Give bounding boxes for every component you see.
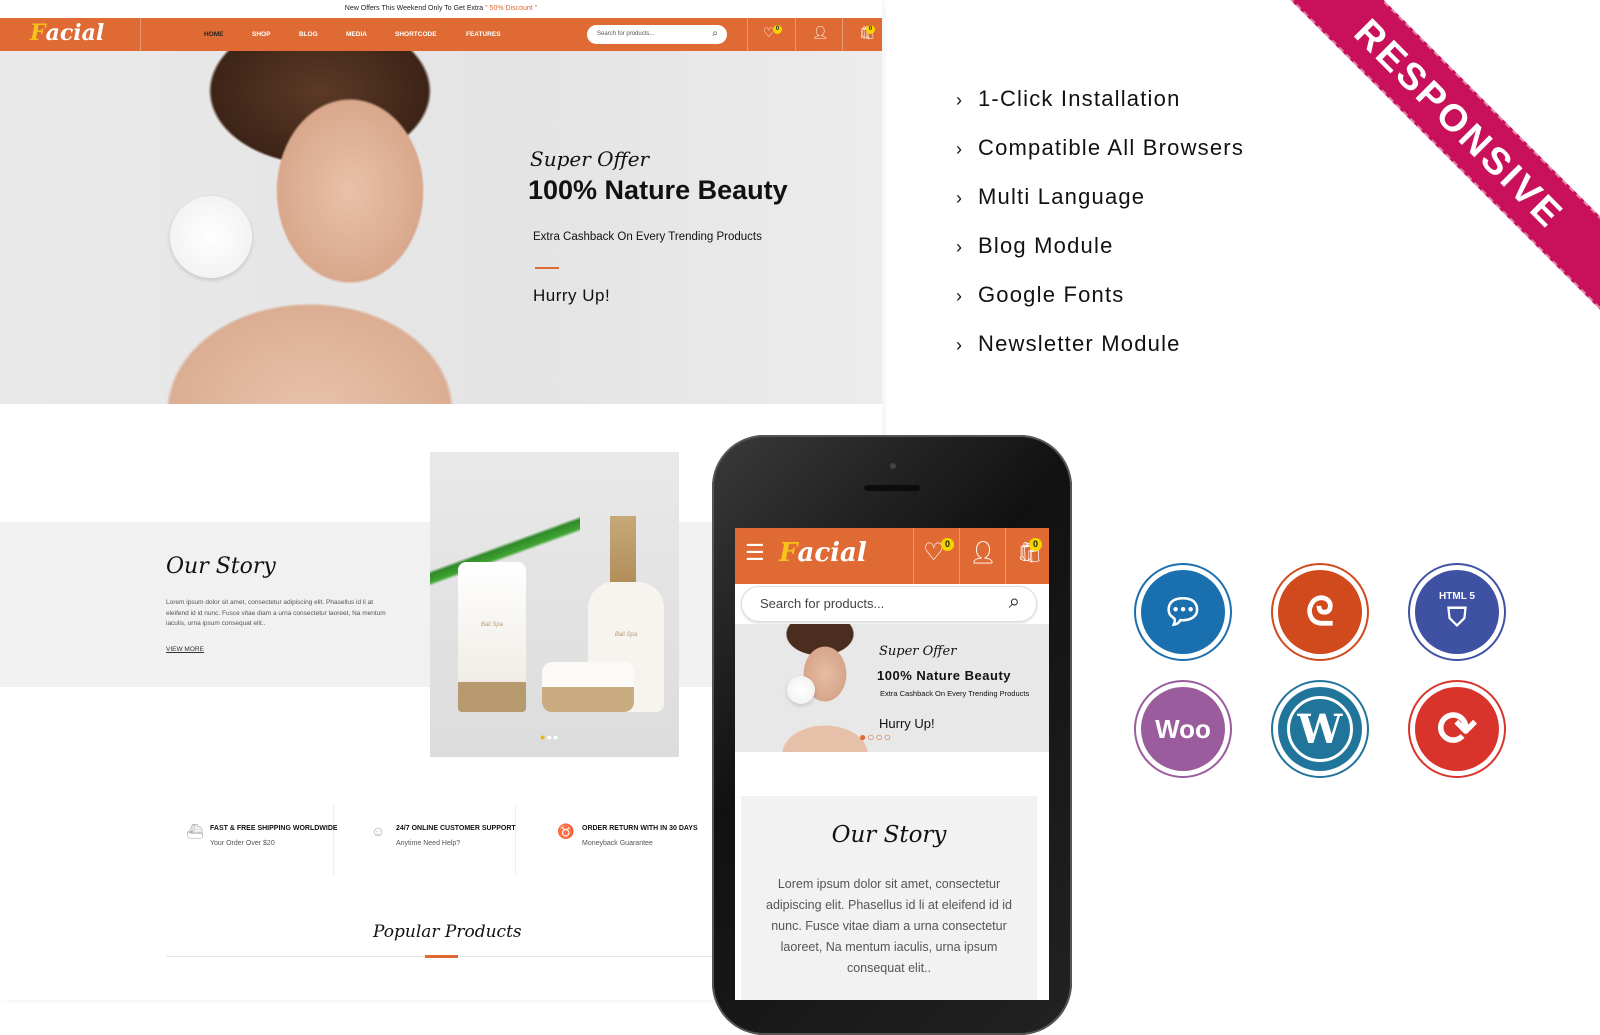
highlight-item: › Multi Language	[956, 184, 1146, 209]
mobile-logo[interactable]: Facial	[779, 538, 867, 568]
hamburger-menu-icon[interactable]: ☰	[745, 540, 765, 566]
divider	[535, 267, 559, 269]
user-icon[interactable]: 👤︎	[812, 25, 829, 41]
discount-text: " 50% Discount "	[485, 5, 538, 12]
user-icon[interactable]: 👤︎	[969, 540, 997, 566]
search-icon[interactable]: ⌕	[712, 28, 718, 39]
cart-badge: 0	[866, 25, 875, 34]
slider-dots[interactable]: ●○○○	[859, 730, 892, 744]
highlight-item: › Newsletter Module	[956, 331, 1181, 356]
tube-product: Bali Spa	[458, 562, 526, 712]
story-title: Our Story	[166, 554, 276, 579]
pump-cap	[610, 516, 636, 582]
wishlist-badge: 0	[773, 25, 782, 34]
customizer-icon: ᘓ	[1271, 563, 1369, 661]
highlight-item: › Google Fonts	[956, 282, 1125, 307]
highlight-item: › Compatible All Browsers	[956, 135, 1245, 160]
mobile-header: ☰ Facial ♡ 0 👤︎ 🛍︎ 0	[735, 528, 1049, 584]
chevron-right-icon: ›	[956, 139, 964, 159]
product-image: Bali Spa Bali Spa ●●●	[430, 452, 679, 757]
chat-bubbles-icon: 💬︎	[1134, 563, 1232, 661]
chevron-right-icon: ›	[956, 335, 964, 355]
wordpress-icon: W	[1271, 680, 1369, 778]
speaker-grille	[864, 485, 920, 491]
feature-returns: ORDER RETURN WITH IN 30 DAYS Moneyback Gu…	[582, 825, 698, 847]
hero-kicker: Super Offer	[530, 147, 650, 171]
nav-blog[interactable]: BLOG	[299, 31, 318, 38]
chevron-right-icon: ›	[956, 286, 964, 306]
nav-features[interactable]: FEATURES	[466, 31, 501, 38]
hero-subtitle: Extra Cashback On Every Trending Product…	[533, 231, 762, 243]
piggy-bank-icon: ♉	[557, 823, 575, 839]
highlight-item: › Blog Module	[956, 233, 1114, 258]
ship-icon: ⛴	[186, 823, 204, 839]
html5-icon: HTML 5 ⛉	[1408, 563, 1506, 661]
highlight-item: › 1-Click Installation	[956, 86, 1181, 111]
responsive-ribbon: RESPONSIVE	[1238, 0, 1600, 345]
title-underline	[425, 955, 458, 958]
feature-shipping: FAST & FREE SHIPPING WORLDWIDE Your Order…	[210, 825, 338, 847]
nav-home[interactable]: HOME	[204, 31, 224, 38]
chevron-right-icon: ›	[956, 188, 964, 208]
view-more-link[interactable]: VIEW MORE	[166, 646, 204, 653]
update-icon: ⟳	[1408, 680, 1506, 778]
nav-media[interactable]: MEDIA	[346, 31, 367, 38]
mobile-hero: Super Offer 100% Nature Beauty Extra Cas…	[735, 624, 1049, 752]
chevron-right-icon: ›	[956, 90, 964, 110]
mobile-story: Our Story Lorem ipsum dolor sit amet, co…	[741, 796, 1037, 1000]
hero-title: 100% Nature Beauty	[528, 175, 788, 205]
hero-cta[interactable]: Hurry Up!	[533, 286, 610, 306]
announcement-bar: New Offers This Weekend Only To Get Extr…	[0, 0, 882, 18]
feature-support: 24/7 ONLINE CUSTOMER SUPPORT Anytime Need…	[396, 825, 516, 847]
main-navigation: Facial HOME SHOP BLOG MEDIA SHORTCODE FE…	[0, 18, 882, 51]
slider-dots[interactable]: ●●●	[540, 732, 559, 742]
story-body: Lorem ipsum dolor sit amet, consectetur …	[166, 599, 386, 627]
support-icon: ☺	[371, 823, 386, 839]
nav-shortcode[interactable]: SHORTCODE	[395, 31, 437, 38]
popular-products-title: Popular Products	[373, 922, 522, 942]
chevron-right-icon: ›	[956, 237, 964, 257]
nav-shop[interactable]: SHOP	[252, 31, 270, 38]
search-icon[interactable]: ⌕	[1009, 591, 1020, 614]
mobile-screen: ☰ Facial ♡ 0 👤︎ 🛍︎ 0 Search for products…	[735, 528, 1049, 1000]
cotton-pad-image	[170, 196, 252, 278]
jar-product	[542, 662, 634, 712]
search-input[interactable]: Search for products... ⌕	[587, 25, 727, 44]
mobile-search-input[interactable]: Search for products... ⌕	[741, 586, 1037, 622]
announcement-text: New Offers This Weekend Only To Get Extr…	[344, 5, 484, 12]
woocommerce-icon: Woo	[1134, 680, 1232, 778]
hero-banner: Super Offer 100% Nature Beauty Extra Cas…	[0, 51, 882, 404]
logo[interactable]: Facial	[30, 20, 104, 46]
